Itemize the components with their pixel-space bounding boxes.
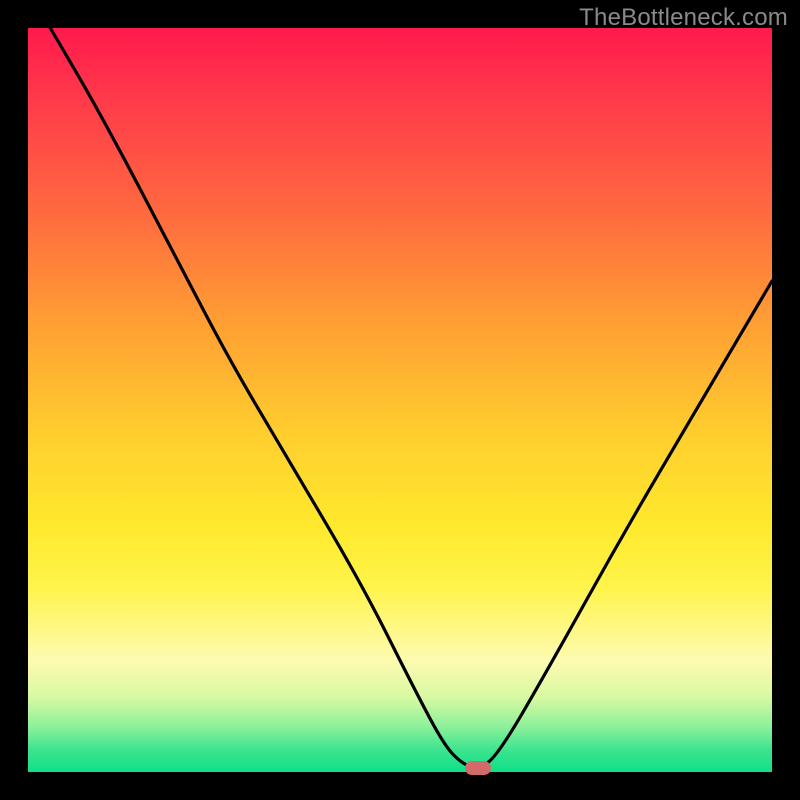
- plot-area: [28, 28, 772, 772]
- bottleneck-curve: [28, 28, 772, 772]
- curve-path: [50, 28, 772, 767]
- watermark-label: TheBottleneck.com: [579, 4, 788, 32]
- optimum-marker: [465, 761, 491, 775]
- chart-frame: TheBottleneck.com: [0, 0, 800, 800]
